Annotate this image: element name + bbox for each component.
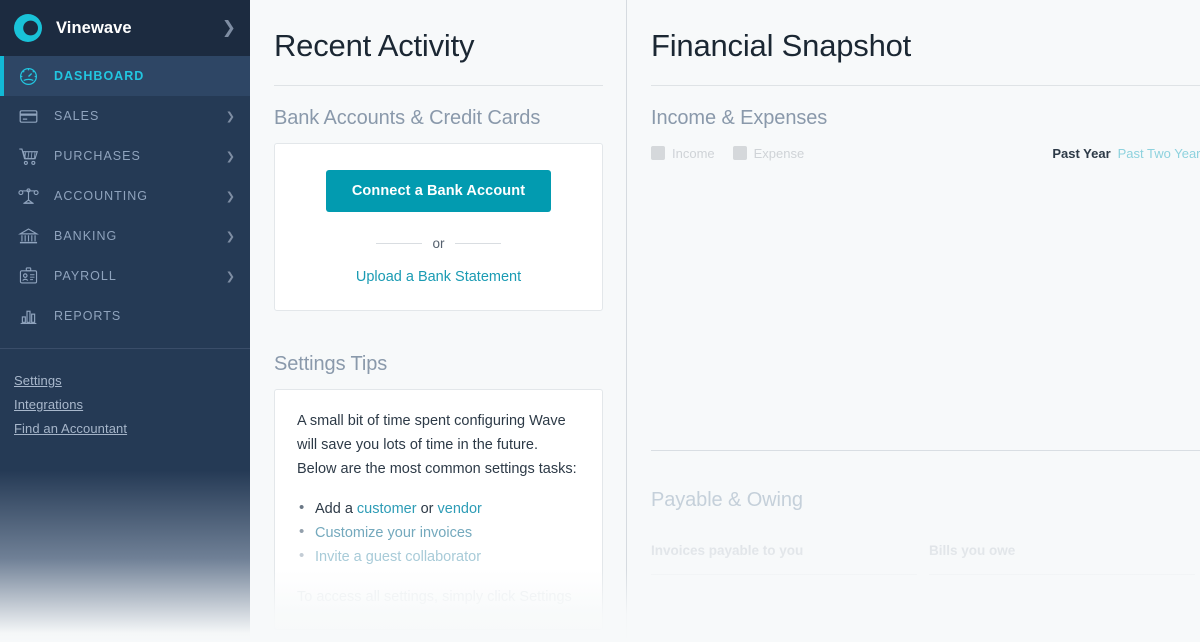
list-item[interactable]: Invite a guest collaborator (297, 544, 580, 569)
or-label: or (432, 236, 445, 251)
column-header: Bills you owe (929, 543, 1016, 558)
sidebar-item-label: PURCHASES (54, 149, 141, 163)
connect-bank-account-button[interactable]: Connect a Bank Account (325, 170, 552, 212)
page-title-financial-snapshot: Financial Snapshot (651, 28, 912, 63)
shopping-cart-icon (16, 144, 40, 168)
sidebar-item-label: REPORTS (54, 309, 122, 323)
income-expenses-chart (651, 162, 1200, 450)
sidebar-item-banking[interactable]: BANKING ❯ (0, 216, 250, 256)
legend-label: Expense (753, 145, 805, 161)
sidebar-item-label: SALES (54, 109, 100, 123)
settings-tips-footer: To access all settings, simply click Set… (297, 589, 572, 605)
sidebar-item-payroll[interactable]: PAYROLL ❯ (0, 256, 250, 296)
or-line-right (454, 243, 501, 244)
page-title-recent-activity: Recent Activity (274, 28, 475, 63)
sidebar-link-settings[interactable]: Settings (14, 369, 250, 393)
settings-tips-paragraph: A small bit of time spent configuring Wa… (297, 413, 577, 477)
legend-swatch-icon (651, 146, 665, 160)
sidebar-item-dashboard[interactable]: DASHBOARD (0, 56, 250, 96)
settings-tips-card: A small bit of time spent configuring Wa… (274, 389, 603, 630)
range-option-past-year[interactable]: Past Year (1052, 146, 1110, 161)
sidebar-item-label: PAYROLL (54, 269, 117, 283)
invite-guest-collaborator-link[interactable]: Invite a guest collaborator (315, 549, 481, 565)
income-expenses-heading: Income & Expenses (651, 107, 828, 129)
sidebar-item-accounting[interactable]: ACCOUNTING ❯ (0, 176, 250, 216)
title-divider (651, 85, 1200, 86)
sidebar-item-label: BANKING (54, 229, 118, 243)
settings-tips-list: Add a customer or vendor Customize your … (297, 496, 580, 569)
vendor-link[interactable]: vendor (438, 501, 482, 517)
or-separator: or (299, 236, 578, 251)
chevron-down-icon[interactable]: ❯ (226, 190, 236, 203)
bank-connect-card: Connect a Bank Account or Upload a Bank … (274, 143, 603, 311)
sidebar-brand[interactable]: Vinewave ❯ (0, 0, 250, 56)
id-badge-icon (16, 264, 40, 288)
customize-invoices-link[interactable]: Customize your invoices (315, 525, 472, 541)
main-content: Recent Activity Bank Accounts & Credit C… (250, 0, 1200, 642)
legend-item-expense[interactable]: Expense (732, 145, 805, 161)
tip-prefix: Add a (315, 501, 357, 517)
bank-accounts-heading: Bank Accounts & Credit Cards (274, 107, 541, 129)
sidebar-link-integrations[interactable]: Integrations (14, 393, 250, 417)
sidebar-secondary-links: Settings Integrations Find an Accountant (0, 349, 250, 441)
or-line-left (376, 243, 423, 244)
chevron-right-icon[interactable]: ❯ (222, 19, 236, 37)
sidebar-item-label: ACCOUNTING (54, 189, 149, 203)
wave-circle-logo-icon (13, 13, 43, 43)
upload-bank-statement-link[interactable]: Upload a Bank Statement (356, 269, 521, 285)
bank-icon (16, 224, 40, 248)
column-divider (651, 574, 917, 575)
scales-icon (16, 184, 40, 208)
sidebar-item-label: DASHBOARD (54, 69, 145, 83)
sidebar: Vinewave ❯ DASHBOARD SALES ❯ PURCHASES ❯… (0, 0, 250, 642)
list-item[interactable]: Customize your invoices (297, 520, 580, 545)
chevron-down-icon[interactable]: ❯ (226, 230, 236, 243)
column-header: Invoices payable to you (651, 543, 804, 558)
legend-swatch-icon (732, 146, 747, 160)
tip-middle: or (416, 501, 438, 517)
title-divider (274, 85, 603, 86)
chart-legend: Income Expense Past Year Past Two Years (651, 144, 1200, 162)
sidebar-item-sales[interactable]: SALES ❯ (0, 96, 250, 136)
invoices-payable-column: Invoices payable to you (651, 543, 917, 575)
chevron-down-icon[interactable]: ❯ (226, 150, 236, 163)
chevron-down-icon[interactable]: ❯ (226, 270, 236, 283)
range-option-past-two-years[interactable]: Past Two Years (1118, 146, 1200, 161)
list-item: Add a customer or vendor (297, 496, 580, 521)
bar-chart-icon (16, 304, 40, 328)
legend-item-income[interactable]: Income (651, 146, 715, 161)
column-divider (929, 574, 1195, 575)
payable-owing-heading: Payable & Owing (651, 489, 803, 511)
sidebar-nav: DASHBOARD SALES ❯ PURCHASES ❯ ACCOUNTING… (0, 56, 250, 336)
sidebar-link-find-an-accountant[interactable]: Find an Accountant (14, 417, 250, 441)
bills-you-owe-column: Bills you owe (929, 543, 1195, 575)
chart-range-toggle: Past Year Past Two Years (1052, 146, 1200, 161)
financial-snapshot-column: Financial Snapshot Income & Expenses Inc… (627, 0, 1200, 642)
sidebar-fade-overlay (0, 422, 250, 642)
credit-card-icon (16, 104, 40, 128)
income-expenses-divider (651, 450, 1200, 451)
app-root: Vinewave ❯ DASHBOARD SALES ❯ PURCHASES ❯… (0, 0, 1200, 642)
settings-tips-heading: Settings Tips (274, 353, 388, 375)
sidebar-item-reports[interactable]: REPORTS (0, 296, 250, 336)
chevron-down-icon[interactable]: ❯ (226, 110, 236, 123)
brand-name: Vinewave (56, 18, 132, 37)
customer-link[interactable]: customer (357, 501, 417, 517)
recent-activity-column: Recent Activity Bank Accounts & Credit C… (250, 0, 627, 642)
sidebar-item-purchases[interactable]: PURCHASES ❯ (0, 136, 250, 176)
legend-label: Income (672, 145, 715, 161)
gauge-icon (16, 64, 40, 88)
payable-owing-columns: Invoices payable to you Bills you owe (651, 543, 1200, 575)
